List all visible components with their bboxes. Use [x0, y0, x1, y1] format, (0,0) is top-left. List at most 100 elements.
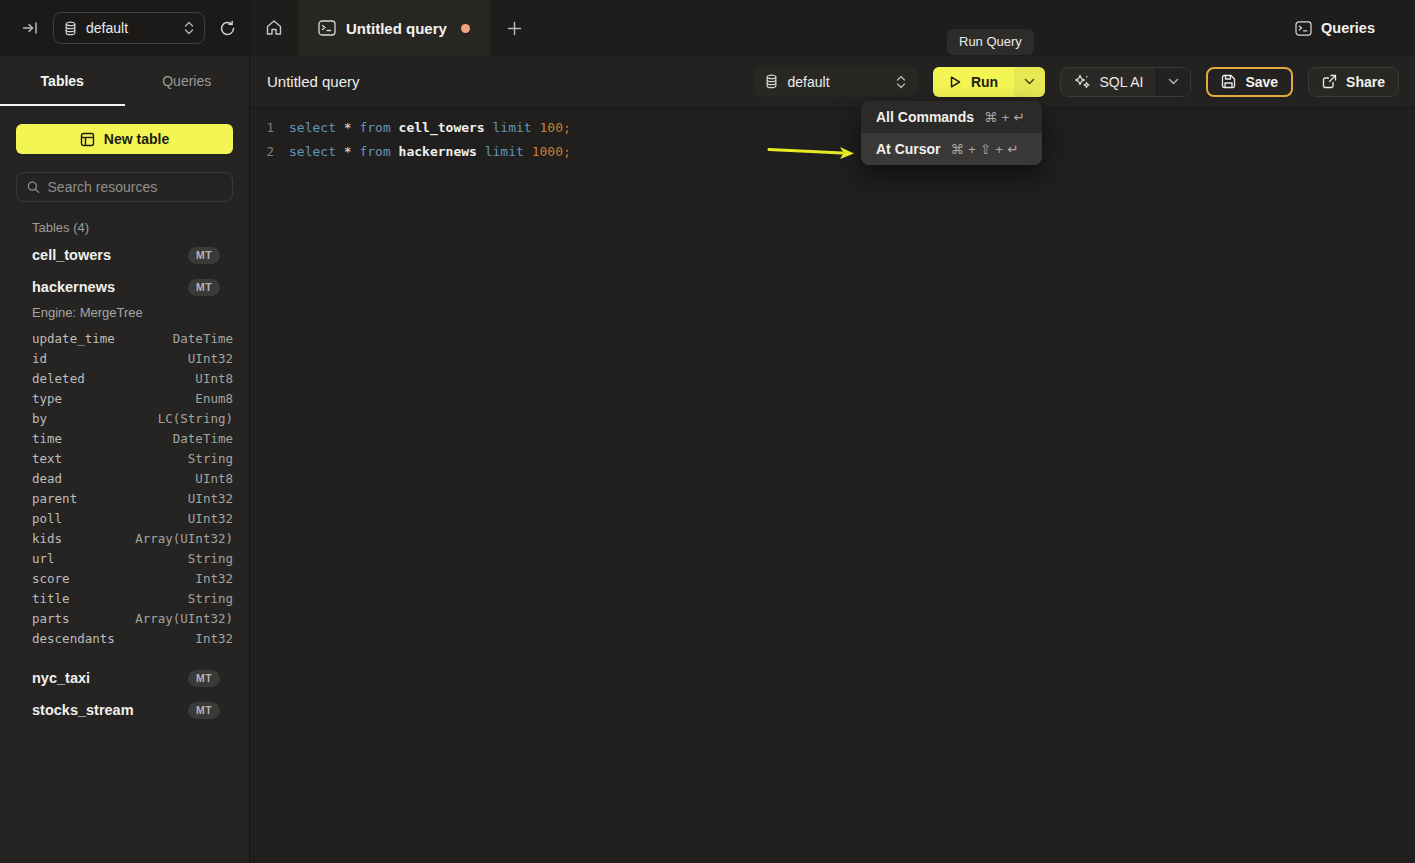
top-bar: default Untitled query	[0, 0, 1415, 56]
code-text: select * from hackernews limit 1000;	[289, 140, 571, 164]
run-label: Run	[971, 74, 998, 90]
save-button[interactable]: Save	[1206, 67, 1293, 97]
annotation-arrow	[763, 140, 858, 166]
home-button[interactable]	[250, 0, 298, 56]
table-row[interactable]: hackernews MT	[0, 271, 249, 303]
table-name: hackernews	[32, 279, 115, 295]
column-type: Int32	[195, 631, 233, 646]
column-name: descendants	[32, 631, 115, 646]
queries-button[interactable]: Queries	[1295, 20, 1375, 36]
column-type: Array(UInt32)	[135, 531, 233, 546]
column-type: UInt8	[195, 471, 233, 486]
database-icon	[765, 74, 778, 89]
menu-item-shortcut: ⌘+⇧+↵	[951, 141, 1019, 157]
engine-badge: MT	[188, 279, 220, 296]
share-label: Share	[1346, 74, 1385, 90]
table-row[interactable]: cell_towersMT	[0, 239, 249, 271]
search-box[interactable]	[16, 172, 233, 202]
column-row: byLC(String)	[0, 408, 249, 428]
engine-badge: MT	[188, 670, 220, 687]
column-name: id	[32, 351, 47, 366]
run-query-tooltip: Run Query	[947, 29, 1034, 55]
database-selector-value: default	[86, 20, 175, 36]
column-row: deleted UInt8	[0, 368, 249, 388]
search-icon	[27, 180, 40, 194]
toolbar-database-value: default	[788, 74, 886, 90]
new-tab-button[interactable]	[490, 0, 540, 56]
editor-header: Untitled query default	[250, 56, 1415, 108]
unsaved-indicator-dot	[461, 24, 470, 33]
line-number: 1	[250, 116, 274, 140]
chevron-down-icon	[1168, 78, 1179, 85]
run-split-button: Run	[933, 67, 1045, 97]
column-row: descendants Int32	[0, 628, 249, 648]
column-name: text	[32, 451, 62, 466]
tables-list: cell_towersMThackernewsMTEngine: MergeTr…	[0, 239, 249, 726]
column-type: Int32	[195, 571, 233, 586]
share-icon	[1322, 74, 1337, 89]
sidebar-tab-tables[interactable]: Tables	[0, 56, 125, 106]
column-row: parentUInt32	[0, 488, 249, 508]
column-row: scoreInt32	[0, 568, 249, 588]
table-icon	[80, 132, 95, 147]
sql-ai-split-button: SQL AI	[1060, 67, 1192, 97]
new-table-button[interactable]: New table	[16, 124, 233, 154]
column-name: title	[32, 591, 70, 606]
column-row: textString	[0, 448, 249, 468]
run-button[interactable]: Run	[933, 67, 1014, 97]
sql-ai-button[interactable]: SQL AI	[1061, 68, 1157, 96]
tab-strip: Untitled query	[250, 0, 1295, 56]
collapse-sidebar-icon[interactable]	[22, 20, 39, 36]
column-name: time	[32, 431, 62, 446]
column-type: DateTime	[173, 331, 233, 346]
column-type: String	[188, 551, 233, 566]
terminal-icon	[318, 20, 336, 36]
tab-label: Untitled query	[346, 20, 447, 37]
column-name: deleted	[32, 371, 85, 386]
top-bar-right: Queries	[1295, 0, 1415, 56]
columns-list: update_time DateTime id UInt32 deleted UInt8 t…	[0, 328, 249, 662]
column-type: UInt32	[188, 491, 233, 506]
column-type: UInt8	[195, 371, 233, 386]
tables-section-label: Tables (4)	[32, 220, 249, 235]
share-button[interactable]: Share	[1308, 67, 1399, 97]
tab-untitled-query[interactable]: Untitled query	[298, 0, 490, 56]
table-name: stocks_stream	[32, 702, 134, 718]
refresh-icon[interactable]	[219, 20, 236, 37]
column-row: dead UInt8	[0, 468, 249, 488]
active-tab-underline	[0, 104, 125, 106]
column-row: title String	[0, 588, 249, 608]
sidebar-tabs: Tables Queries	[0, 56, 249, 106]
engine-badge: MT	[188, 702, 220, 719]
column-name: update_time	[32, 331, 115, 346]
sidebar-tab-queries[interactable]: Queries	[125, 56, 250, 106]
table-row[interactable]: stocks_stream MT	[0, 694, 249, 726]
table-row[interactable]: nyc_taxiMT	[0, 662, 249, 694]
queries-terminal-icon	[1295, 21, 1312, 36]
menu-item-shortcut: ⌘+↵	[984, 109, 1025, 125]
menu-item-all-commands[interactable]: All Commands⌘+↵	[861, 101, 1042, 133]
sql-ai-options-button[interactable]	[1156, 68, 1190, 96]
sidebar: Tables Queries New table Tables (4) cell…	[0, 56, 250, 863]
save-icon	[1221, 74, 1236, 89]
sql-ai-label: SQL AI	[1100, 74, 1144, 90]
column-name: dead	[32, 471, 62, 486]
table-name: cell_towers	[32, 247, 111, 263]
column-row: timeDateTime	[0, 428, 249, 448]
column-row: typeEnum8	[0, 388, 249, 408]
line-number: 2	[250, 140, 274, 164]
run-options-button[interactable]	[1014, 67, 1045, 97]
search-input[interactable]	[48, 179, 222, 195]
menu-item-label: At Cursor	[876, 141, 941, 157]
main-panel: Untitled query default	[250, 56, 1415, 863]
toolbar-database-selector[interactable]: default	[753, 67, 918, 97]
database-selector[interactable]: default	[53, 12, 205, 44]
run-options-menu: All Commands⌘+↵ At Cursor ⌘+⇧+↵	[861, 101, 1042, 165]
menu-item-at-cursor[interactable]: At Cursor ⌘+⇧+↵	[861, 133, 1042, 165]
column-row: urlString	[0, 548, 249, 568]
column-name: poll	[32, 511, 62, 526]
column-type: String	[188, 591, 233, 606]
column-name: by	[32, 411, 47, 426]
column-row: update_time DateTime	[0, 328, 249, 348]
column-type: Array(UInt32)	[135, 611, 233, 626]
